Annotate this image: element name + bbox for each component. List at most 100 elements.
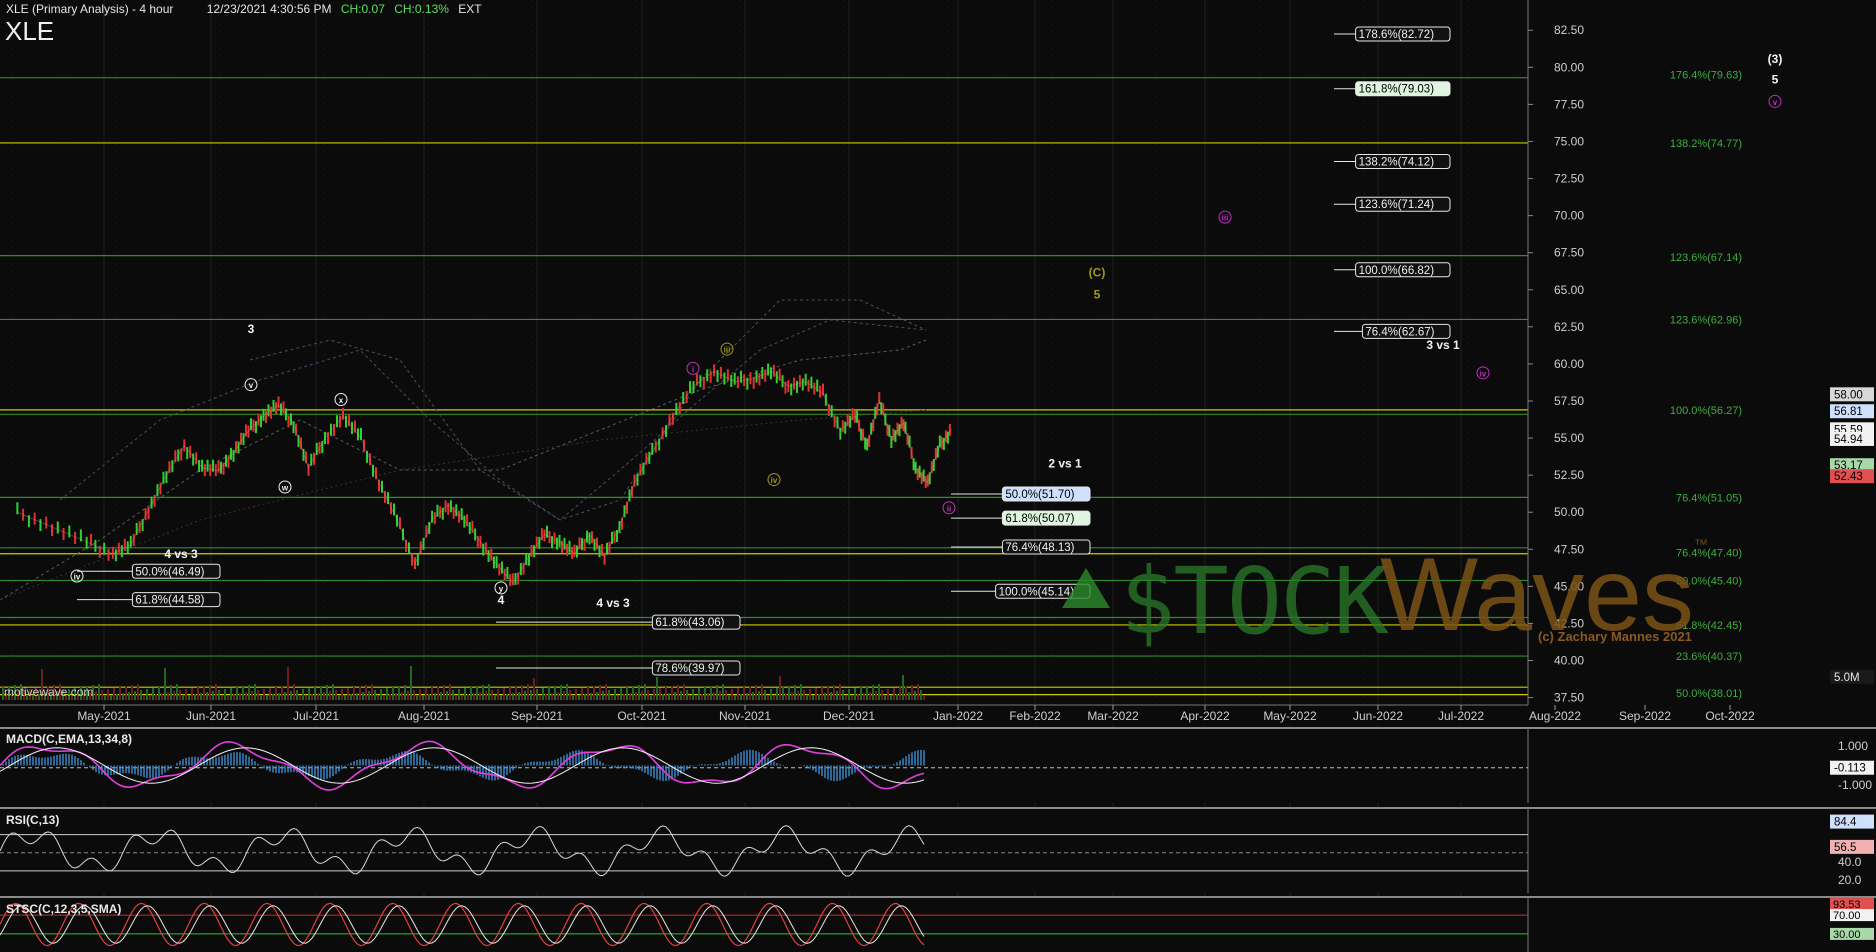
macd-histogram-bar <box>851 765 853 775</box>
macd-histogram-bar <box>608 765 610 767</box>
macd-histogram-bar <box>65 753 67 766</box>
wave-label: iii <box>724 346 731 355</box>
volume-bar <box>671 686 673 700</box>
volume-bar <box>131 685 133 700</box>
volume-bar <box>692 689 694 700</box>
macd-histogram-bar <box>320 765 322 780</box>
right-fib-label: 123.6%(62.96) <box>1670 314 1742 326</box>
volume-bar <box>377 696 379 700</box>
macd-histogram-bar <box>707 764 709 766</box>
macd-histogram-bar <box>512 765 514 771</box>
macd-histogram-bar <box>179 760 181 766</box>
volume-bar <box>218 690 220 700</box>
volume-bar <box>416 696 418 700</box>
volume-bar <box>344 695 346 700</box>
volume-bar <box>461 695 463 700</box>
volume-bar <box>335 690 337 700</box>
macd-histogram-bar <box>95 765 97 772</box>
volume-bar <box>578 695 580 700</box>
volume-bar <box>113 688 115 700</box>
volume-bar <box>170 685 172 700</box>
macd-histogram-bar <box>506 765 508 776</box>
macd-histogram-bar <box>821 765 823 777</box>
volume-bar <box>389 694 391 700</box>
volume-bar <box>644 684 646 700</box>
volume-bar <box>497 689 499 700</box>
macd-histogram-bar <box>449 765 451 771</box>
volume-bar <box>488 684 490 700</box>
volume-bar <box>659 688 661 700</box>
macd-histogram-bar <box>842 765 844 780</box>
volume-bar <box>905 686 907 700</box>
macd-histogram-bar <box>176 762 178 766</box>
volume-bar <box>713 692 715 700</box>
volume-bar <box>332 684 334 700</box>
volume-bar <box>134 691 136 700</box>
macd-histogram-bar <box>167 765 169 771</box>
volume-bar <box>680 691 682 700</box>
macd-histogram-bar <box>362 759 364 766</box>
volume-bar <box>791 692 793 700</box>
volume-bar <box>410 666 412 700</box>
price-tick-label: 60.00 <box>1554 357 1584 371</box>
volume-bar <box>860 687 862 700</box>
change-percent: CH:0.13% <box>394 2 449 16</box>
volume-bar <box>110 695 112 700</box>
macd-histogram-bar <box>635 765 637 770</box>
macd-histogram-bar <box>899 760 901 766</box>
wave-label: iv <box>1480 369 1487 378</box>
chart-header: XLE (Primary Analysis) - 4 hour 12/23/20… <box>6 2 482 16</box>
brand-triangle-icon <box>1062 568 1110 608</box>
time-tick-label: Nov-2021 <box>719 709 771 723</box>
symbol-label: XLE <box>5 16 55 46</box>
volume-bar <box>758 691 760 700</box>
wave-label: 3 <box>248 322 255 336</box>
volume-bar <box>839 684 841 700</box>
wave-label: ii <box>947 504 951 513</box>
volume-bar <box>581 688 583 700</box>
volume-bar <box>587 687 589 700</box>
volume-bar <box>140 690 142 700</box>
volume-bar <box>128 692 130 700</box>
macd-histogram-bar <box>818 765 820 775</box>
volume-bar <box>365 685 367 700</box>
macd-histogram-bar <box>593 756 595 766</box>
time-axis: May-2021 Jun-2021 Jul-2021 Aug-2021 Sep-2021… <box>0 704 1876 725</box>
volume-bar <box>116 694 118 700</box>
volume-bar <box>785 693 787 700</box>
session-label: EXT <box>458 2 482 16</box>
wave-label: 5 <box>1094 288 1101 302</box>
volume-bar <box>545 694 547 700</box>
volume-bar <box>683 684 685 700</box>
volume-bar <box>695 695 697 700</box>
volume-bar <box>647 690 649 700</box>
stock-chart[interactable]: 178.6%(82.72) 161.8%(79.03) 138.2%(74.12) 1… <box>0 0 1876 952</box>
wave-label: iii <box>1222 214 1229 223</box>
wave-label: 3 vs 1 <box>1426 338 1460 352</box>
volume-bar <box>896 694 898 700</box>
volume-bar <box>542 688 544 700</box>
macd-panel: 1.000 -0.113 -1.000 <box>0 727 1876 803</box>
macd-histogram-bar <box>881 765 883 767</box>
macd-histogram-bar <box>266 765 268 771</box>
macd-histogram-bar <box>752 750 754 766</box>
macd-histogram-bar <box>431 764 433 766</box>
volume-bar <box>212 691 214 700</box>
stoch-title: STSC(C,12,3,5,SMA) <box>6 902 122 916</box>
volume-bar <box>206 692 208 700</box>
macd-histogram-bar <box>221 755 223 766</box>
price-tick-label: 70.00 <box>1554 209 1584 223</box>
volume-bar <box>863 693 865 700</box>
macd-histogram-bar <box>347 764 349 766</box>
volume-bar <box>302 689 304 700</box>
macd-histogram-bar <box>92 765 94 771</box>
wave-label: i <box>692 365 694 374</box>
volume-bar <box>878 684 880 700</box>
macd-histogram-bar <box>32 756 34 766</box>
volume-bar <box>440 692 442 700</box>
macd-histogram-bar <box>668 765 670 781</box>
volume-bar <box>794 685 796 700</box>
macd-histogram-bar <box>749 749 751 766</box>
volume-bar <box>632 686 634 700</box>
macd-histogram-bar <box>497 765 499 780</box>
